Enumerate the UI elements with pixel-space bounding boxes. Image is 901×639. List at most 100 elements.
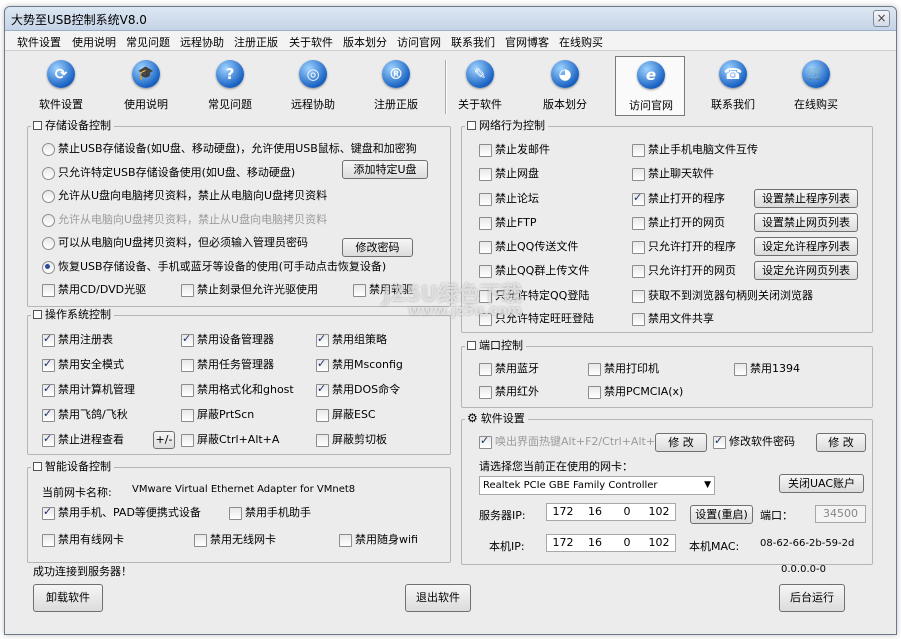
net-block-webpages[interactable]: 禁止打开的网页 xyxy=(632,216,725,230)
nic-name-label: 当前网卡名称: xyxy=(42,486,112,499)
local-ip-input[interactable]: 172 16 0 102 xyxy=(546,534,676,552)
menu-remote-help[interactable]: 远程协助 xyxy=(180,34,224,50)
os-block-clipboard[interactable]: 屏蔽剪切板 xyxy=(316,433,387,447)
net-close-browser[interactable]: 获取不到浏览器句柄则关闭浏览器 xyxy=(632,289,813,303)
close-button[interactable]: × xyxy=(873,10,890,27)
os-block-ctrl-alt-a[interactable]: 屏蔽Ctrl+Alt+A xyxy=(181,433,279,447)
toolbar-label: 远程协助 xyxy=(291,98,335,111)
set-blocked-webpages-button[interactable]: 设置禁止网页列表 xyxy=(754,213,858,232)
smart-disable-phone-assistant[interactable]: 禁用手机助手 xyxy=(229,506,311,520)
process-list-toggle-button[interactable]: +/- xyxy=(153,431,175,449)
port-disable-1394[interactable]: 禁用1394 xyxy=(734,362,800,376)
toolbar-software-settings[interactable]: ⟳ 软件设置 xyxy=(26,56,96,116)
storage-option-restore[interactable]: 恢复USB存储设备、手机或蓝牙等设备的使用(可手动点击恢复设备) xyxy=(42,260,386,274)
toolbar-label: 常见问题 xyxy=(208,98,252,111)
add-specific-usb-button[interactable]: 添加特定U盘 xyxy=(342,160,428,179)
smart-disable-wireless-nic[interactable]: 禁用无线网卡 xyxy=(194,533,276,547)
storage-option-specific-usb[interactable]: 只允许特定USB存储设备使用(如U盘、移动硬盘) xyxy=(42,166,295,180)
net-block-forum[interactable]: 禁止论坛 xyxy=(479,192,539,206)
set-blocked-programs-button[interactable]: 设置禁止程序列表 xyxy=(754,189,858,208)
toolbar-label: 版本划分 xyxy=(543,98,587,111)
toolbar-versions[interactable]: ◕ 版本划分 xyxy=(530,56,600,116)
set-restart-button[interactable]: 设置(重启) xyxy=(690,505,753,524)
menu-about[interactable]: 关于软件 xyxy=(289,34,333,50)
set-allowed-programs-button[interactable]: 设定允许程序列表 xyxy=(754,237,858,256)
toolbar-register[interactable]: ® 注册正版 xyxy=(361,56,431,116)
os-disable-device-manager[interactable]: 禁用设备管理器 xyxy=(181,332,274,347)
ip-octet: 0 xyxy=(623,536,631,549)
menu-contact[interactable]: 联系我们 xyxy=(451,34,495,50)
change-password-button[interactable]: 修改密码 xyxy=(342,238,413,257)
exit-button[interactable]: 退出软件 xyxy=(405,584,471,612)
port-disable-bluetooth[interactable]: 禁用蓝牙 xyxy=(479,362,539,376)
os-disable-safe-mode[interactable]: 禁用安全模式 xyxy=(42,357,124,372)
net-block-phone-pc-transfer[interactable]: 禁止手机电脑文件互传 xyxy=(632,143,758,157)
settings-sliders-icon xyxy=(33,462,42,471)
net-block-qq-file[interactable]: 禁止QQ传送文件 xyxy=(479,240,578,254)
os-disable-format-ghost[interactable]: 禁用格式化和ghost xyxy=(181,383,294,397)
smart-disable-portable-wifi[interactable]: 禁用随身wifi xyxy=(339,533,418,547)
storage-option-password[interactable]: 可以从电脑向U盘拷贝资料，但必须输入管理员密码 xyxy=(42,236,308,250)
os-disable-computer-management[interactable]: 禁用计算机管理 xyxy=(42,382,135,397)
port-icon xyxy=(467,341,476,350)
password-modify-button[interactable]: 修 改 xyxy=(816,433,866,452)
os-icon xyxy=(33,310,42,319)
hotkey-modify-button[interactable]: 修 改 xyxy=(655,433,707,452)
net-block-programs[interactable]: 禁止打开的程序 xyxy=(632,191,725,206)
menu-buy[interactable]: 在线购买 xyxy=(559,34,603,50)
question-icon: ? xyxy=(216,60,244,88)
port-disable-infrared[interactable]: 禁用红外 xyxy=(479,385,539,399)
storage-option-usb-to-pc[interactable]: 允许从U盘向电脑拷贝资料，禁止从电脑向U盘拷贝资料 xyxy=(42,189,327,203)
uninstall-button[interactable]: 卸载软件 xyxy=(33,584,103,612)
set-allowed-webpages-button[interactable]: 设定允许网页列表 xyxy=(754,261,858,280)
gear-icon: ⚙ xyxy=(467,411,478,425)
os-disable-registry[interactable]: 禁用注册表 xyxy=(42,332,113,347)
modify-password-checkbox[interactable]: 修改软件密码 xyxy=(713,434,795,449)
background-run-button[interactable]: 后台运行 xyxy=(779,584,845,612)
os-disable-task-manager[interactable]: 禁用任务管理器 xyxy=(181,358,274,372)
chevron-down-icon: ▼ xyxy=(704,480,711,490)
os-disable-dos[interactable]: 禁用DOS命令 xyxy=(316,382,400,397)
disable-uac-button[interactable]: 关闭UAC账户 xyxy=(779,474,864,493)
os-disable-feige[interactable]: 禁用飞鸽/飞秋 xyxy=(42,407,128,422)
os-block-esc[interactable]: 屏蔽ESC xyxy=(316,408,376,422)
menu-blog[interactable]: 官网博客 xyxy=(505,34,549,50)
menu-software-settings[interactable]: 软件设置 xyxy=(17,34,61,50)
smart-disable-wired-nic[interactable]: 禁用有线网卡 xyxy=(42,533,124,547)
net-disable-file-share[interactable]: 禁用文件共享 xyxy=(632,312,714,326)
menu-faq[interactable]: 常见问题 xyxy=(126,34,170,50)
smart-disable-portable[interactable]: 禁用手机、PAD等便携式设备 xyxy=(42,505,201,520)
toolbar-remote-help[interactable]: ◎ 远程协助 xyxy=(278,56,348,116)
net-allow-programs[interactable]: 只允许打开的程序 xyxy=(632,240,736,254)
block-burning-checkbox[interactable]: 禁止刻录但允许光驱使用 xyxy=(181,283,318,297)
net-block-email[interactable]: 禁止发邮件 xyxy=(479,143,550,157)
menu-usage[interactable]: 使用说明 xyxy=(72,34,116,50)
net-block-ftp[interactable]: 禁止FTP xyxy=(479,216,537,230)
disable-cd-checkbox[interactable]: 禁用CD/DVD光驱 xyxy=(42,283,146,297)
toolbar-label: 使用说明 xyxy=(124,98,168,111)
storage-option-block-usb[interactable]: 禁止USB存储设备(如U盘、移动硬盘)，允许使用USB鼠标、键盘和加密狗 xyxy=(42,142,417,156)
menu-website[interactable]: 访问官网 xyxy=(397,34,441,50)
os-disable-msconfig[interactable]: 禁用Msconfig xyxy=(316,357,403,372)
menu-versions[interactable]: 版本划分 xyxy=(343,34,387,50)
net-allow-webpages[interactable]: 只允许打开的网页 xyxy=(632,264,736,278)
net-block-qq-group-upload[interactable]: 禁止QQ群上传文件 xyxy=(479,264,589,278)
port-disable-printer[interactable]: 禁用打印机 xyxy=(588,362,659,376)
network-control-title: 网络行为控制 xyxy=(465,119,548,133)
toolbar-website[interactable]: e 访问官网 xyxy=(615,56,685,116)
os-disable-group-policy[interactable]: 禁用组策略 xyxy=(316,332,387,347)
net-block-chat[interactable]: 禁止聊天软件 xyxy=(632,167,714,181)
toolbar-buy[interactable]: 🛒 在线购买 xyxy=(781,56,851,116)
smart-title-text: 智能设备控制 xyxy=(45,460,111,473)
os-block-prtscn[interactable]: 屏蔽PrtScn xyxy=(181,408,254,422)
toolbar-faq[interactable]: ? 常见问题 xyxy=(195,56,265,116)
toolbar-contact[interactable]: ☎ 联系我们 xyxy=(698,56,768,116)
menu-register[interactable]: 注册正版 xyxy=(234,34,278,50)
port-disable-pcmcia[interactable]: 禁用PCMCIA(x) xyxy=(588,385,683,399)
toolbar-usage[interactable]: 🎓 使用说明 xyxy=(111,56,181,116)
net-block-netdisk[interactable]: 禁止网盘 xyxy=(479,167,539,181)
os-block-process-view[interactable]: 禁止进程查看 xyxy=(42,432,124,447)
server-ip-input[interactable]: 172 16 0 102 xyxy=(546,503,676,521)
toolbar-about[interactable]: ✎ 关于软件 xyxy=(445,56,515,116)
nic-select[interactable]: Realtek PCIe GBE Family Controller ▼ xyxy=(479,476,715,495)
